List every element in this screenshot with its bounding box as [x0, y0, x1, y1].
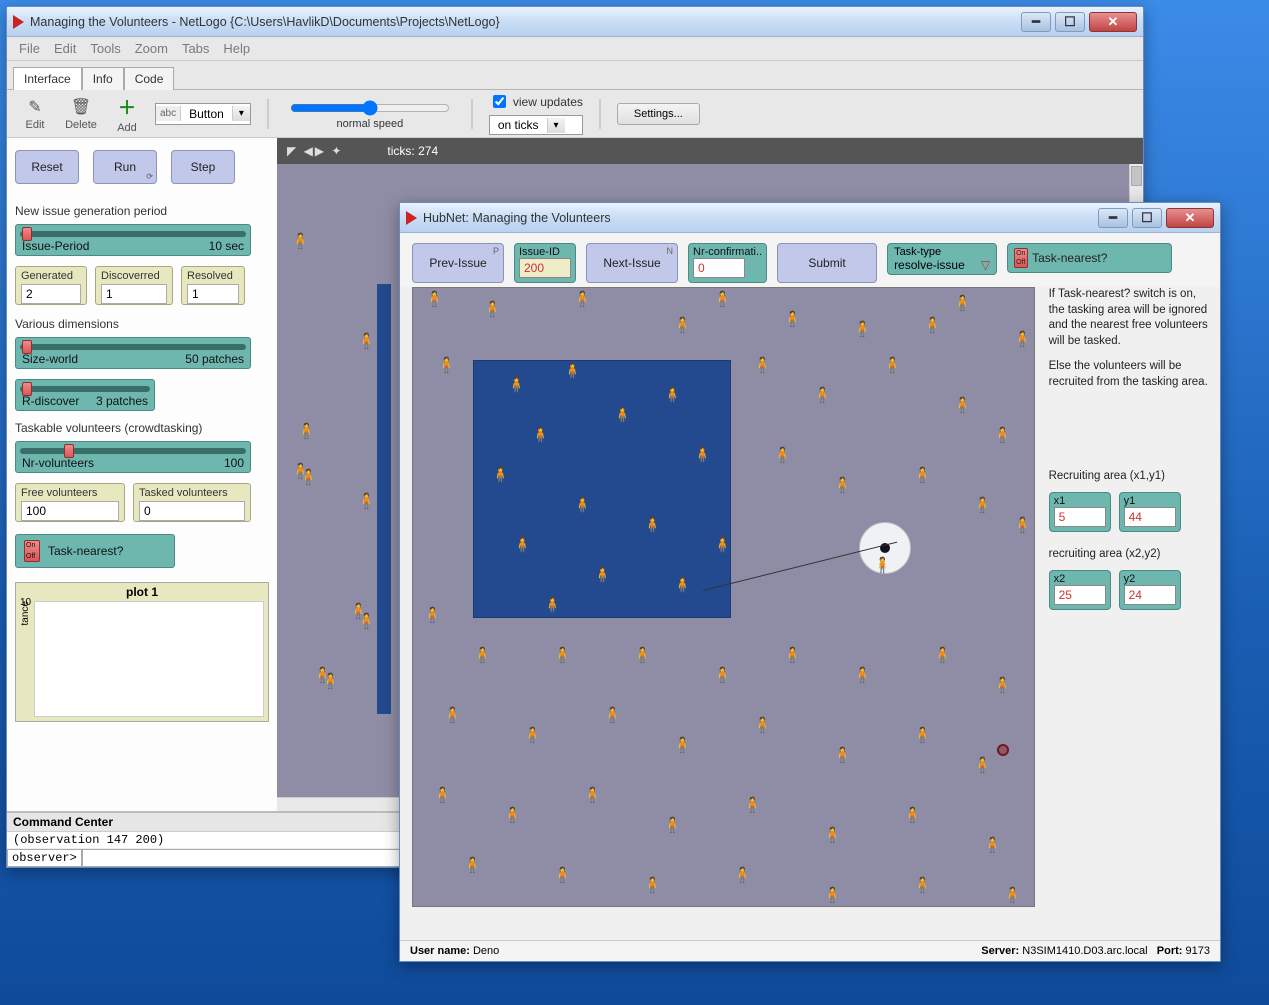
task-nearest-description-1: If Task-nearest? switch is on, the taski…	[1049, 287, 1208, 349]
step-button[interactable]: Step	[171, 150, 235, 184]
tab-interface[interactable]: Interface	[13, 67, 82, 90]
hubnet-window-title: HubNet: Managing the Volunteers	[423, 211, 1098, 225]
x1-input-box: x1	[1049, 492, 1111, 532]
recruiting-area-2-label: recruiting area (x2,y2)	[1049, 548, 1208, 560]
menu-edit[interactable]: Edit	[48, 39, 82, 58]
main-titlebar[interactable]: Managing the Volunteers - NetLogo {C:\Us…	[7, 7, 1143, 37]
menu-tabs[interactable]: Tabs	[176, 39, 215, 58]
hubnet-controls: Prev-Issue P Issue-ID Next-Issue N Nr-co…	[400, 233, 1220, 287]
app-icon	[406, 211, 417, 225]
menu-tools[interactable]: Tools	[84, 39, 126, 58]
interface-toolbar: ✎Edit 🗑Delete ＋Add abc Button ▾ normal s…	[7, 90, 1143, 138]
menu-bar: File Edit Tools Zoom Tabs Help	[7, 37, 1143, 61]
toolbar-delete-button[interactable]: 🗑Delete	[63, 97, 99, 131]
task-type-chooser[interactable]: Task-type resolve-issue▽	[887, 243, 997, 275]
recruiting-area-1-label: Recruiting area (x1,y1)	[1049, 470, 1208, 482]
y1-field[interactable]	[1124, 507, 1176, 527]
issue-marker	[997, 744, 1009, 756]
tab-code[interactable]: Code	[124, 67, 175, 90]
maximize-button[interactable]: ☐	[1055, 12, 1085, 32]
x1-field[interactable]	[1054, 507, 1106, 527]
y2-field[interactable]	[1124, 585, 1176, 605]
switch-toggle-icon: OnOff	[1014, 248, 1028, 268]
submit-button[interactable]: Submit	[777, 243, 877, 283]
minimize-button[interactable]: ━	[1098, 208, 1128, 228]
menu-file[interactable]: File	[13, 39, 46, 58]
section-new-issue: New issue generation period	[15, 204, 269, 218]
world-controls-icon[interactable]: ◤ ◀▶ ✦	[287, 144, 343, 158]
task-nearest-description-2: Else the volunteers will be recruited fr…	[1049, 359, 1208, 390]
update-mode-combo[interactable]: on ticks ▾	[489, 115, 583, 135]
section-various: Various dimensions	[15, 317, 269, 331]
app-icon	[13, 15, 24, 29]
x2-field[interactable]	[1054, 585, 1106, 605]
world-toolbar: ◤ ◀▶ ✦ ticks: 274	[277, 138, 1143, 164]
section-taskable: Taskable volunteers (crowdtasking)	[15, 421, 269, 435]
tasking-region	[377, 284, 391, 714]
separator	[267, 99, 269, 129]
speed-slider[interactable]: normal speed	[285, 98, 455, 130]
chevron-down-icon: ▾	[232, 106, 250, 121]
menu-help[interactable]: Help	[217, 39, 256, 58]
monitor-generated: Generated 2	[15, 266, 87, 305]
maximize-button[interactable]: ☐	[1132, 208, 1162, 228]
separator	[599, 99, 601, 129]
menu-zoom[interactable]: Zoom	[129, 39, 174, 58]
separator	[471, 99, 473, 129]
tabs-row: Interface Info Code	[7, 61, 1143, 90]
reset-button[interactable]: Reset	[15, 150, 79, 184]
speed-slider-input[interactable]	[290, 100, 450, 116]
observer-prompt[interactable]: observer>	[7, 849, 82, 867]
tab-info[interactable]: Info	[82, 67, 124, 90]
widget-type-combo[interactable]: abc Button ▾	[155, 103, 251, 125]
close-button[interactable]: ✕	[1089, 12, 1137, 32]
slider-size-world[interactable]: Size-world 50 patches	[15, 337, 251, 369]
settings-button[interactable]: Settings...	[617, 103, 700, 125]
monitor-resolved: Resolved 1	[181, 266, 245, 305]
monitor-tasked-volunteers: Tasked volunteers 0	[133, 483, 251, 522]
toolbar-add-button[interactable]: ＋Add	[109, 94, 145, 134]
nr-confirmations-input: Nr-confirmati..	[688, 243, 767, 283]
hubnet-status-bar: User name: Deno Server: N3SIM1410.D03.ar…	[400, 940, 1220, 961]
hubnet-right-panel: OnOff Task-nearest?	[1007, 243, 1172, 273]
issue-id-input: Issue-ID	[514, 243, 576, 283]
hubnet-world-view[interactable]: 🧍 🧍 🧍 🧍 🧍 🧍 🧍 🧍 🧍 🧍 🧍 🧍 🧍 🧍 🧍 🧍 🧍 🧍 �	[412, 287, 1035, 907]
y1-input-box: y1	[1119, 492, 1181, 532]
next-issue-button[interactable]: Next-Issue N	[586, 243, 678, 283]
close-button[interactable]: ✕	[1166, 208, 1214, 228]
plot-widget: plot 1 10 tance	[15, 582, 269, 722]
hubnet-titlebar[interactable]: HubNet: Managing the Volunteers ━ ☐ ✕	[400, 203, 1220, 233]
hub-switch-task-nearest[interactable]: OnOff Task-nearest?	[1007, 243, 1172, 273]
minimize-button[interactable]: ━	[1021, 12, 1051, 32]
hubnet-window: HubNet: Managing the Volunteers ━ ☐ ✕ Pr…	[399, 202, 1221, 962]
run-button[interactable]: Run⟳	[93, 150, 157, 184]
y2-input-box: y2	[1119, 570, 1181, 610]
switch-task-nearest[interactable]: OnOff Task-nearest?	[15, 534, 175, 568]
interface-panel: Reset Run⟳ Step New issue generation per…	[7, 138, 277, 811]
issue-id-field[interactable]	[519, 258, 571, 278]
slider-r-discover[interactable]: R-discover 3 patches	[15, 379, 155, 411]
nr-confirmations-field[interactable]	[693, 258, 745, 278]
monitor-discovered: Discoverred 1	[95, 266, 173, 305]
view-updates-checkbox[interactable]	[493, 95, 506, 108]
chevron-down-icon: ▾	[547, 118, 565, 133]
x2-input-box: x2	[1049, 570, 1111, 610]
slider-issue-period[interactable]: Issue-Period 10 sec	[15, 224, 251, 256]
slider-nr-volunteers[interactable]: Nr-volunteers 100	[15, 441, 251, 473]
chevron-down-icon: ▽	[981, 258, 990, 272]
monitor-free-volunteers: Free volunteers 100	[15, 483, 125, 522]
main-window-title: Managing the Volunteers - NetLogo {C:\Us…	[30, 15, 1021, 29]
toolbar-edit-button[interactable]: ✎Edit	[17, 97, 53, 131]
prev-issue-button[interactable]: Prev-Issue P	[412, 243, 504, 283]
switch-toggle-icon: OnOff	[24, 540, 40, 562]
